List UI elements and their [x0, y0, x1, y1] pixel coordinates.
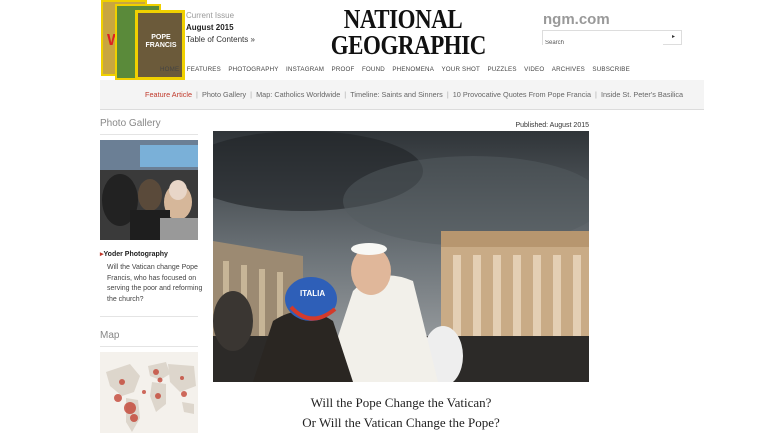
nav-found[interactable]: FOUND: [362, 66, 385, 73]
nav-home[interactable]: HOME: [160, 66, 179, 73]
gallery-photo-image: [100, 140, 198, 240]
subnav-separator: |: [595, 90, 597, 99]
photo-credit[interactable]: Yoder Photography: [100, 250, 168, 258]
photo-gallery-heading: Photo Gallery: [100, 118, 161, 129]
subnav-separator: |: [344, 90, 347, 99]
map-thumbnail[interactable]: [100, 352, 198, 433]
published-date: Published: August 2015: [515, 122, 589, 129]
map-heading: Map: [100, 330, 120, 341]
subnav-quotes[interactable]: 10 Provocative Quotes From Pope Francia: [453, 90, 591, 99]
nav-puzzles[interactable]: PUZZLES: [487, 66, 516, 73]
subnav-feature-article[interactable]: Feature Article: [145, 90, 192, 99]
table-of-contents-link[interactable]: Table of Contents »: [186, 34, 255, 46]
photo-caption: Will the Vatican change Pope Francis, wh…: [107, 264, 203, 303]
cover-title: POPE FRANCIS: [145, 34, 177, 49]
subnav-inside-basilica[interactable]: Inside St. Peter's Basilica: [601, 90, 683, 99]
nav-video[interactable]: VIDEO: [524, 66, 544, 73]
search-box: ▸: [542, 30, 682, 50]
headline-line-2: Or Will the Vatican Change the Pope?: [302, 415, 500, 430]
nav-phenomena[interactable]: PHENOMENA: [392, 66, 434, 73]
photo-gallery-thumbnail[interactable]: [100, 140, 198, 240]
subnav-map[interactable]: Map: Catholics Worldwide: [256, 90, 340, 99]
current-issue-date[interactable]: August 2015: [186, 22, 255, 34]
main-nav: HOME FEATURES PHOTOGRAPHY INSTAGRAM PROO…: [160, 66, 630, 73]
divider: [100, 346, 198, 347]
page: W POPE FRANCIS Current Issue August 2015…: [0, 0, 770, 433]
subnav-separator: |: [446, 90, 449, 99]
feature-sub-nav: Feature Article | Photo Gallery | Map: Catho…: [145, 90, 683, 99]
subnav-photo-gallery[interactable]: Photo Gallery: [202, 90, 246, 99]
divider: [100, 134, 198, 135]
logo-line-1: NATIONAL: [343, 4, 463, 34]
current-issue-label: Current Issue: [186, 11, 235, 20]
hero-image: ITALIA: [213, 131, 589, 382]
world-map-image: [100, 352, 198, 433]
search-input[interactable]: [543, 36, 663, 50]
nav-features[interactable]: FEATURES: [187, 66, 221, 73]
nav-instagram[interactable]: INSTAGRAM: [286, 66, 324, 73]
national-geographic-logo[interactable]: NATIONAL GEOGRAPHIC: [318, 4, 488, 60]
hero-cap-text: ITALIA: [300, 289, 325, 298]
nav-subscribe[interactable]: SUBSCRIBE: [592, 66, 630, 73]
article-headline: Will the Pope Change the Vatican? Or Wil…: [213, 393, 589, 433]
feature-sub-nav-bar: Feature Article | Photo Gallery | Map: Catho…: [100, 80, 704, 110]
subnav-timeline[interactable]: Timeline: Saints and Sinners: [350, 90, 443, 99]
nav-archives[interactable]: ARCHIVES: [552, 66, 585, 73]
subnav-separator: |: [196, 90, 198, 99]
nav-proof[interactable]: PROOF: [332, 66, 355, 73]
subnav-separator: |: [250, 90, 253, 99]
hero-photo[interactable]: ITALIA: [213, 131, 589, 382]
search-go-icon[interactable]: ▸: [672, 33, 675, 40]
ngm-site-link[interactable]: ngm.com: [543, 11, 610, 28]
divider: [100, 316, 198, 317]
current-issue-block: Current Issue August 2015 Table of Conte…: [186, 10, 255, 46]
nav-your-shot[interactable]: YOUR SHOT: [441, 66, 480, 73]
logo-line-2: GEOGRAPHIC: [330, 30, 487, 60]
nav-photography[interactable]: PHOTOGRAPHY: [228, 66, 278, 73]
headline-line-1: Will the Pope Change the Vatican?: [310, 395, 492, 410]
